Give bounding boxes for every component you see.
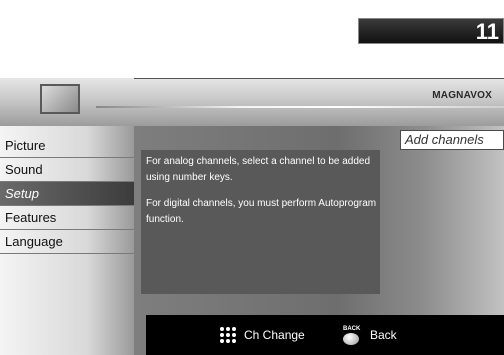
analog-channels-message: For analog channels, select a channel to… xyxy=(146,156,371,183)
menu-item-label: Setup xyxy=(5,186,39,201)
menu-item-sound[interactable]: Sound xyxy=(0,158,134,182)
header-rule xyxy=(96,106,504,108)
menu-item-language[interactable]: Language xyxy=(0,230,134,254)
add-channels-option[interactable]: Add channels xyxy=(400,130,504,150)
menu-content: Add channels For analog channels, select… xyxy=(134,126,504,355)
brand-logo: MAGNAVOX xyxy=(432,90,492,101)
ch-change-label: Ch Change xyxy=(244,328,305,342)
tv-icon xyxy=(40,84,80,114)
ch-change-hint[interactable]: Ch Change xyxy=(220,315,305,355)
digital-channels-message: For digital channels, you must perform A… xyxy=(146,198,377,225)
menu-item-label: Sound xyxy=(5,162,43,177)
menu-item-setup[interactable]: Setup xyxy=(0,182,134,206)
menu-item-features[interactable]: Features xyxy=(0,206,134,230)
menu-item-label: Features xyxy=(5,210,57,225)
back-label: Back xyxy=(370,328,397,342)
button-hint-bar: Ch Change BACK Back xyxy=(146,315,504,355)
page-number: 11 xyxy=(475,19,499,44)
back-icon-text: BACK xyxy=(343,326,361,332)
menu-header: MAGNAVOX xyxy=(0,78,504,126)
menu-sidebar: Picture Sound Setup Features Language xyxy=(0,126,134,355)
page-number-badge: 11 xyxy=(358,18,504,44)
back-hint[interactable]: BACK Back xyxy=(342,315,397,355)
menu-item-label: Language xyxy=(5,234,63,249)
back-button-icon: BACK xyxy=(342,325,364,345)
info-message-box: For analog channels, select a channel to… xyxy=(141,150,380,294)
keypad-icon xyxy=(220,327,236,343)
menu-item-label: Picture xyxy=(5,138,46,153)
menu-item-picture[interactable]: Picture xyxy=(0,134,134,158)
header-divider xyxy=(134,78,504,79)
tv-menu-screen: MAGNAVOX Picture Sound Setup Features La… xyxy=(0,78,504,355)
